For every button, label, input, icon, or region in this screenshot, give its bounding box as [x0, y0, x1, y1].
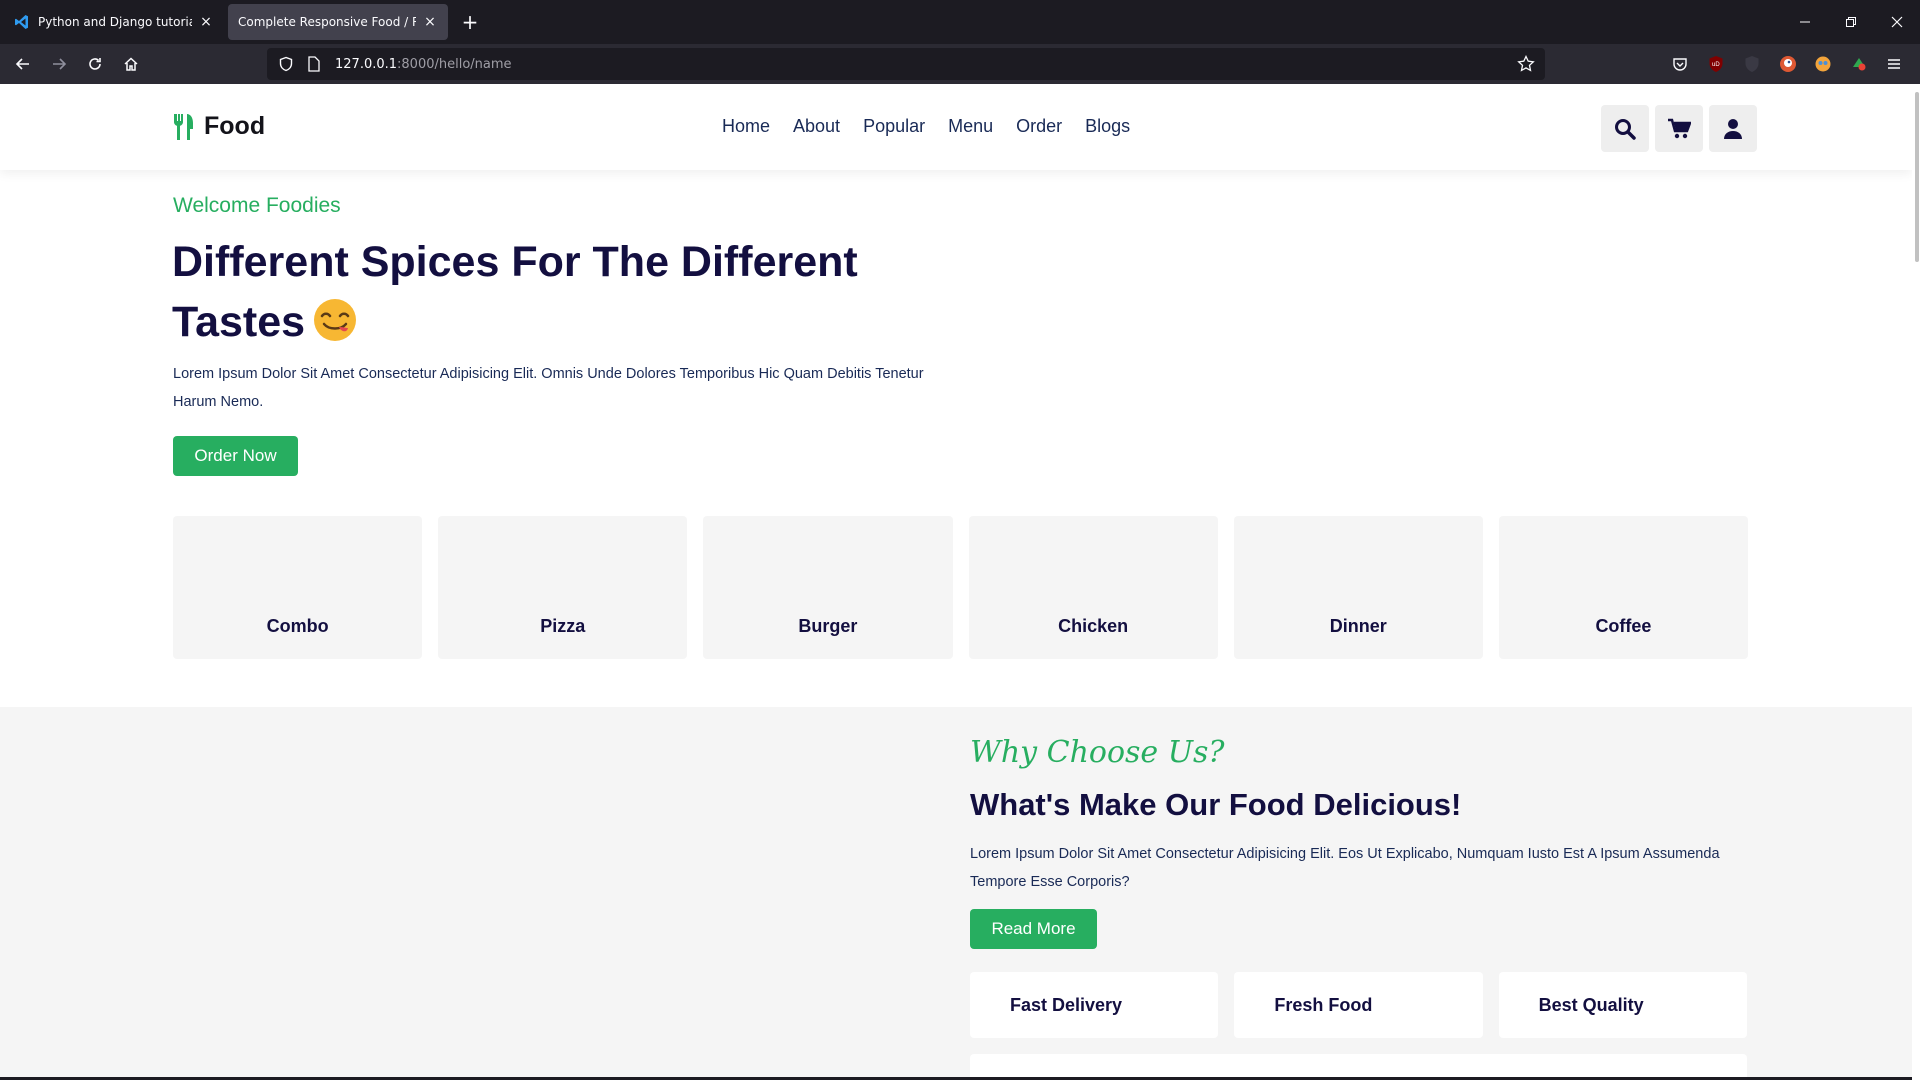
minimize-button[interactable] [1782, 0, 1828, 44]
feature-list: Fast Delivery Fresh Food Best Quality [970, 972, 1747, 1038]
order-now-button[interactable]: Order Now [173, 436, 298, 476]
why-subtitle: Why Choose Us? [970, 735, 1225, 770]
hero-title: Different Spices For The Different Taste… [172, 232, 932, 352]
page-icon[interactable] [305, 55, 323, 73]
category-list: Combo Pizza Burger Chicken Dinner Coffee [173, 516, 1749, 659]
header-actions [1601, 105, 1759, 152]
forward-button[interactable] [45, 50, 73, 78]
hero-subtitle: Welcome Foodies [173, 194, 341, 217]
arrow-left-icon [15, 58, 29, 70]
nav-blogs[interactable]: Blogs [1085, 116, 1130, 137]
read-more-button[interactable]: Read More [970, 909, 1097, 949]
category-card-pizza[interactable]: Pizza [438, 516, 688, 659]
duckduckgo-icon[interactable] [1778, 54, 1798, 74]
shield-extension-icon[interactable] [1742, 54, 1762, 74]
site-header: Food Home About Popular Menu Order Blogs [0, 84, 1912, 170]
bookmark-star-icon[interactable] [1517, 54, 1535, 77]
category-card-dinner[interactable]: Dinner [1233, 516, 1483, 659]
page-scrollbar[interactable] [1912, 84, 1920, 1080]
nav-home[interactable]: Home [722, 116, 770, 137]
cart-icon [1668, 118, 1691, 138]
tab-title: Python and Django tutorial in V [38, 15, 192, 29]
close-icon[interactable]: × [198, 14, 214, 30]
search-button[interactable] [1601, 105, 1649, 152]
why-choose-us-section: Why Choose Us? What's Make Our Food Deli… [0, 707, 1912, 1080]
nav-order[interactable]: Order [1016, 116, 1062, 137]
browser-toolbar: 127.0.0.1:8000/hello/name uD [0, 44, 1920, 84]
logo[interactable]: Food [172, 112, 265, 141]
nav-about[interactable]: About [793, 116, 840, 137]
close-icon [1891, 16, 1903, 28]
user-icon [1724, 118, 1742, 139]
hero-description: Lorem Ipsum Dolor Sit Amet Consectetur A… [173, 366, 924, 410]
close-window-button[interactable] [1874, 0, 1920, 44]
category-label: Dinner [1329, 616, 1387, 636]
feature-card: Fresh Food [1234, 972, 1483, 1038]
search-icon [1615, 118, 1636, 140]
category-card-combo[interactable]: Combo [173, 516, 423, 659]
url-path: :8000/hello/name [397, 56, 512, 72]
nav-popular[interactable]: Popular [863, 116, 925, 137]
tab-title: Complete Responsive Food / Restur [238, 15, 416, 29]
nav-menu[interactable]: Menu [948, 116, 993, 137]
home-icon [124, 57, 138, 71]
new-tab-button[interactable]: + [458, 10, 482, 34]
category-label: Coffee [1595, 616, 1652, 636]
restore-icon [1846, 17, 1856, 27]
browser-tab-active[interactable]: Complete Responsive Food / Restur × [228, 4, 448, 40]
browser-tab[interactable]: Python and Django tutorial in V × [4, 4, 224, 40]
svg-text:uD: uD [1712, 62, 1720, 68]
feature-card: Best Quality [1498, 972, 1747, 1038]
restore-button[interactable] [1828, 0, 1874, 44]
logo-text: Food [204, 112, 266, 140]
why-title: What's Make Our Food Delicious! [970, 787, 1462, 822]
utensils-icon [174, 113, 193, 140]
category-card-chicken[interactable]: Chicken [968, 516, 1218, 659]
minimize-icon [1800, 21, 1810, 23]
extension-icon[interactable] [1849, 54, 1869, 74]
user-button[interactable] [1709, 105, 1757, 152]
cart-button[interactable] [1655, 105, 1703, 152]
category-label: Combo [266, 616, 329, 636]
close-icon[interactable]: × [422, 14, 438, 30]
vscode-icon [15, 15, 28, 29]
ublock-icon[interactable]: uD [1706, 54, 1726, 74]
url-host: 127.0.0.1 [335, 56, 398, 72]
category-label: Burger [798, 616, 858, 636]
menu-icon[interactable] [1884, 54, 1904, 74]
why-description: Lorem Ipsum Dolor Sit Amet Consectetur A… [970, 846, 1720, 890]
arrow-right-icon [53, 58, 67, 70]
web-page: Food Home About Popular Menu Order Blogs… [0, 84, 1920, 1080]
category-label: Chicken [1058, 616, 1129, 636]
main-nav: Home About Popular Menu Order Blogs [722, 116, 1153, 137]
pocket-icon[interactable] [1670, 54, 1690, 74]
extension-icon[interactable] [1813, 54, 1833, 74]
hero-title-text: Different Spices For The Different Taste… [172, 238, 858, 346]
home-button[interactable] [117, 50, 145, 78]
address-bar[interactable]: 127.0.0.1:8000/hello/name [267, 48, 1545, 80]
yum-face-icon [314, 299, 357, 341]
category-label: Pizza [540, 616, 586, 636]
scrollbar-thumb[interactable] [1915, 92, 1919, 262]
browser-tab-bar: Python and Django tutorial in V × Comple… [0, 0, 1920, 44]
back-button[interactable] [9, 50, 37, 78]
category-card-coffee[interactable]: Coffee [1498, 516, 1749, 659]
feature-card: Fast Delivery [970, 972, 1219, 1038]
category-card-burger[interactable]: Burger [703, 516, 953, 659]
reload-button[interactable] [81, 50, 109, 78]
shield-icon[interactable] [277, 55, 295, 73]
reload-icon [89, 58, 101, 70]
